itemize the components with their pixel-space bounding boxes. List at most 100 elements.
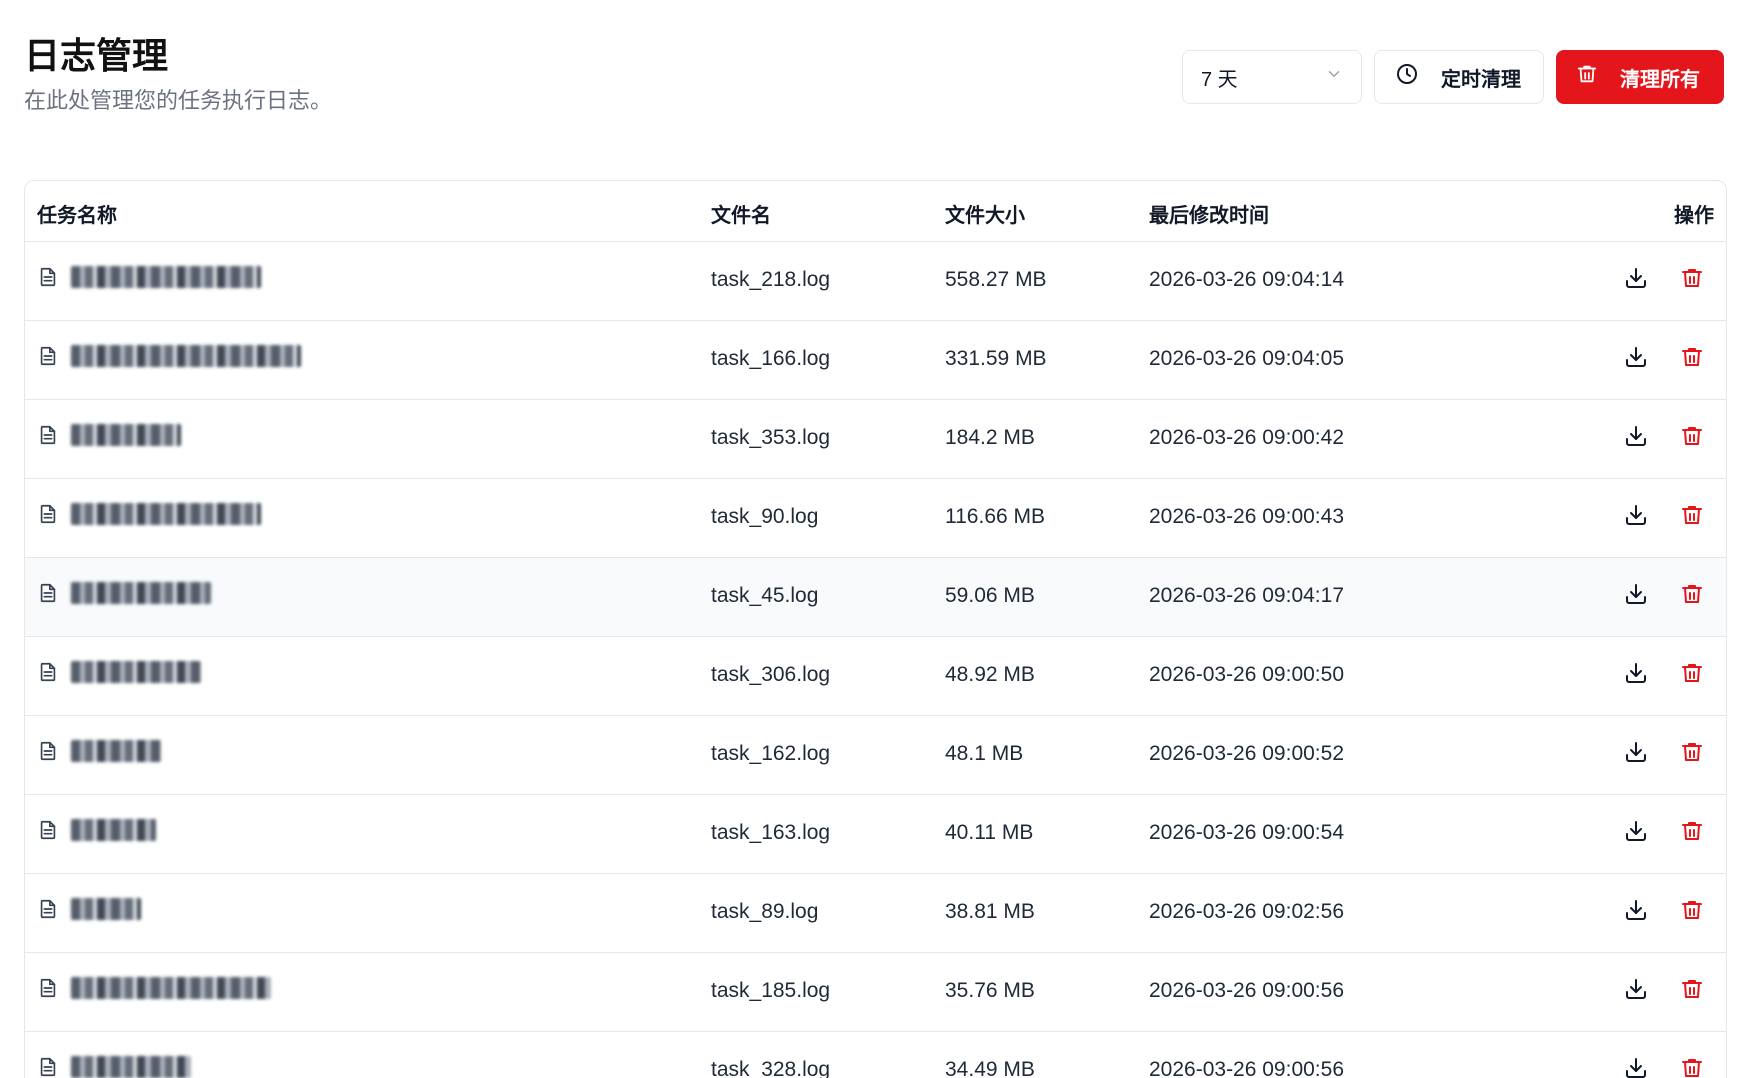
task-name-cell <box>37 740 161 762</box>
column-header-actions: 操作 <box>1674 205 1714 227</box>
page-title: 日志管理 <box>24 35 169 76</box>
download-icon[interactable] <box>1624 503 1648 527</box>
chevron-down-icon <box>1325 65 1343 89</box>
scheduled-cleanup-button[interactable]: 定时清理 <box>1374 50 1544 104</box>
download-icon[interactable] <box>1624 424 1648 448</box>
row-actions <box>1624 977 1704 1001</box>
task-name-cell <box>37 977 271 999</box>
download-icon[interactable] <box>1624 661 1648 685</box>
table-row[interactable]: task_306.log 48.92 MB 2026-03-26 09:00:5… <box>25 637 1726 716</box>
file-text-icon <box>37 740 59 762</box>
modified-time-cell: 2026-03-26 09:00:56 <box>1149 979 1344 1002</box>
delete-trash-icon[interactable] <box>1680 582 1704 606</box>
file-size-cell: 34.49 MB <box>945 1058 1035 1078</box>
file-name-cell: task_90.log <box>711 505 819 528</box>
download-icon[interactable] <box>1624 345 1648 369</box>
file-size-cell: 38.81 MB <box>945 900 1035 923</box>
table-row[interactable]: task_328.log 34.49 MB 2026-03-26 09:00:5… <box>25 1032 1726 1078</box>
column-header-modified[interactable]: 最后修改时间 <box>1149 199 1269 228</box>
file-name-cell: task_185.log <box>711 979 831 1002</box>
file-text-icon <box>37 266 59 288</box>
modified-time-cell: 2026-03-26 09:04:14 <box>1149 268 1344 291</box>
table-row[interactable]: task_45.log 59.06 MB 2026-03-26 09:04:17 <box>25 558 1726 637</box>
delete-trash-icon[interactable] <box>1680 977 1704 1001</box>
table-row[interactable]: task_353.log 184.2 MB 2026-03-26 09:00:4… <box>25 400 1726 479</box>
download-icon[interactable] <box>1624 740 1648 764</box>
table-row[interactable]: task_90.log 116.66 MB 2026-03-26 09:00:4… <box>25 479 1726 558</box>
file-size-cell: 48.1 MB <box>945 742 1024 765</box>
task-name-cell <box>37 661 201 683</box>
table-row[interactable]: task_163.log 40.11 MB 2026-03-26 09:00:5… <box>25 795 1726 874</box>
redacted-task-name <box>71 1056 191 1078</box>
file-name-cell: task_162.log <box>711 742 831 765</box>
redacted-task-name <box>71 977 271 999</box>
row-actions <box>1624 424 1704 448</box>
clear-all-label: 清理所有 <box>1620 68 1700 91</box>
file-size-cell: 184.2 MB <box>945 426 1035 449</box>
task-name-cell <box>37 503 261 525</box>
table-row[interactable]: task_218.log 558.27 MB 2026-03-26 09:04:… <box>25 242 1726 321</box>
retention-period-value: 7 天 <box>1201 68 1238 91</box>
delete-trash-icon[interactable] <box>1680 424 1704 448</box>
column-header-task-name[interactable]: 任务名称 <box>37 199 117 228</box>
table-row[interactable]: task_185.log 35.76 MB 2026-03-26 09:00:5… <box>25 953 1726 1032</box>
file-text-icon <box>37 898 59 920</box>
file-text-icon <box>37 582 59 604</box>
retention-period-select[interactable]: 7 天 <box>1182 50 1362 104</box>
file-size-cell: 331.59 MB <box>945 347 1047 370</box>
redacted-task-name <box>71 503 261 525</box>
file-name-cell: task_166.log <box>711 347 831 370</box>
modified-time-cell: 2026-03-26 09:04:05 <box>1149 347 1344 370</box>
download-icon[interactable] <box>1624 582 1648 606</box>
file-name-cell: task_353.log <box>711 426 831 449</box>
table-row[interactable]: task_89.log 38.81 MB 2026-03-26 09:02:56 <box>25 874 1726 953</box>
row-actions <box>1624 582 1704 606</box>
column-header-file-size[interactable]: 文件大小 <box>945 199 1025 228</box>
delete-trash-icon[interactable] <box>1680 345 1704 369</box>
file-text-icon <box>37 977 59 999</box>
modified-time-cell: 2026-03-26 09:00:43 <box>1149 505 1344 528</box>
file-text-icon <box>37 424 59 446</box>
row-actions <box>1624 503 1704 527</box>
file-size-cell: 35.76 MB <box>945 979 1035 1002</box>
delete-trash-icon[interactable] <box>1680 503 1704 527</box>
delete-trash-icon[interactable] <box>1680 661 1704 685</box>
table-body: task_218.log 558.27 MB 2026-03-26 09:04:… <box>25 242 1726 1078</box>
redacted-task-name <box>71 898 141 920</box>
table-row[interactable]: task_162.log 48.1 MB 2026-03-26 09:00:52 <box>25 716 1726 795</box>
redacted-task-name <box>71 424 181 446</box>
task-name-cell <box>37 345 301 367</box>
file-name-cell: task_218.log <box>711 268 831 291</box>
column-header-file-name[interactable]: 文件名 <box>711 199 771 228</box>
file-text-icon <box>37 345 59 367</box>
file-name-cell: task_306.log <box>711 663 831 686</box>
delete-trash-icon[interactable] <box>1680 266 1704 290</box>
file-text-icon <box>37 661 59 683</box>
table-row[interactable]: task_166.log 331.59 MB 2026-03-26 09:04:… <box>25 321 1726 400</box>
file-size-cell: 48.92 MB <box>945 663 1035 686</box>
row-actions <box>1624 898 1704 922</box>
download-icon[interactable] <box>1624 977 1648 1001</box>
redacted-task-name <box>71 266 261 288</box>
clear-all-button[interactable]: 清理所有 <box>1556 50 1724 104</box>
delete-trash-icon[interactable] <box>1680 898 1704 922</box>
delete-trash-icon[interactable] <box>1680 740 1704 764</box>
row-actions <box>1624 1056 1704 1078</box>
modified-time-cell: 2026-03-26 09:00:52 <box>1149 742 1344 765</box>
toolbar: 7 天 定时清理 清理所有 <box>1182 50 1724 104</box>
download-icon[interactable] <box>1624 819 1648 843</box>
file-name-cell: task_45.log <box>711 584 819 607</box>
delete-trash-icon[interactable] <box>1680 1056 1704 1078</box>
download-icon[interactable] <box>1624 1056 1648 1078</box>
modified-time-cell: 2026-03-26 09:00:50 <box>1149 663 1344 686</box>
task-name-cell <box>37 582 211 604</box>
download-icon[interactable] <box>1624 266 1648 290</box>
file-name-cell: task_163.log <box>711 821 831 844</box>
file-name-cell: task_89.log <box>711 900 819 923</box>
page-subtitle: 在此处管理您的任务执行日志。 <box>24 88 333 113</box>
modified-time-cell: 2026-03-26 09:00:56 <box>1149 1058 1344 1078</box>
delete-trash-icon[interactable] <box>1680 819 1704 843</box>
scheduled-cleanup-label: 定时清理 <box>1441 68 1521 91</box>
download-icon[interactable] <box>1624 898 1648 922</box>
modified-time-cell: 2026-03-26 09:00:54 <box>1149 821 1344 844</box>
